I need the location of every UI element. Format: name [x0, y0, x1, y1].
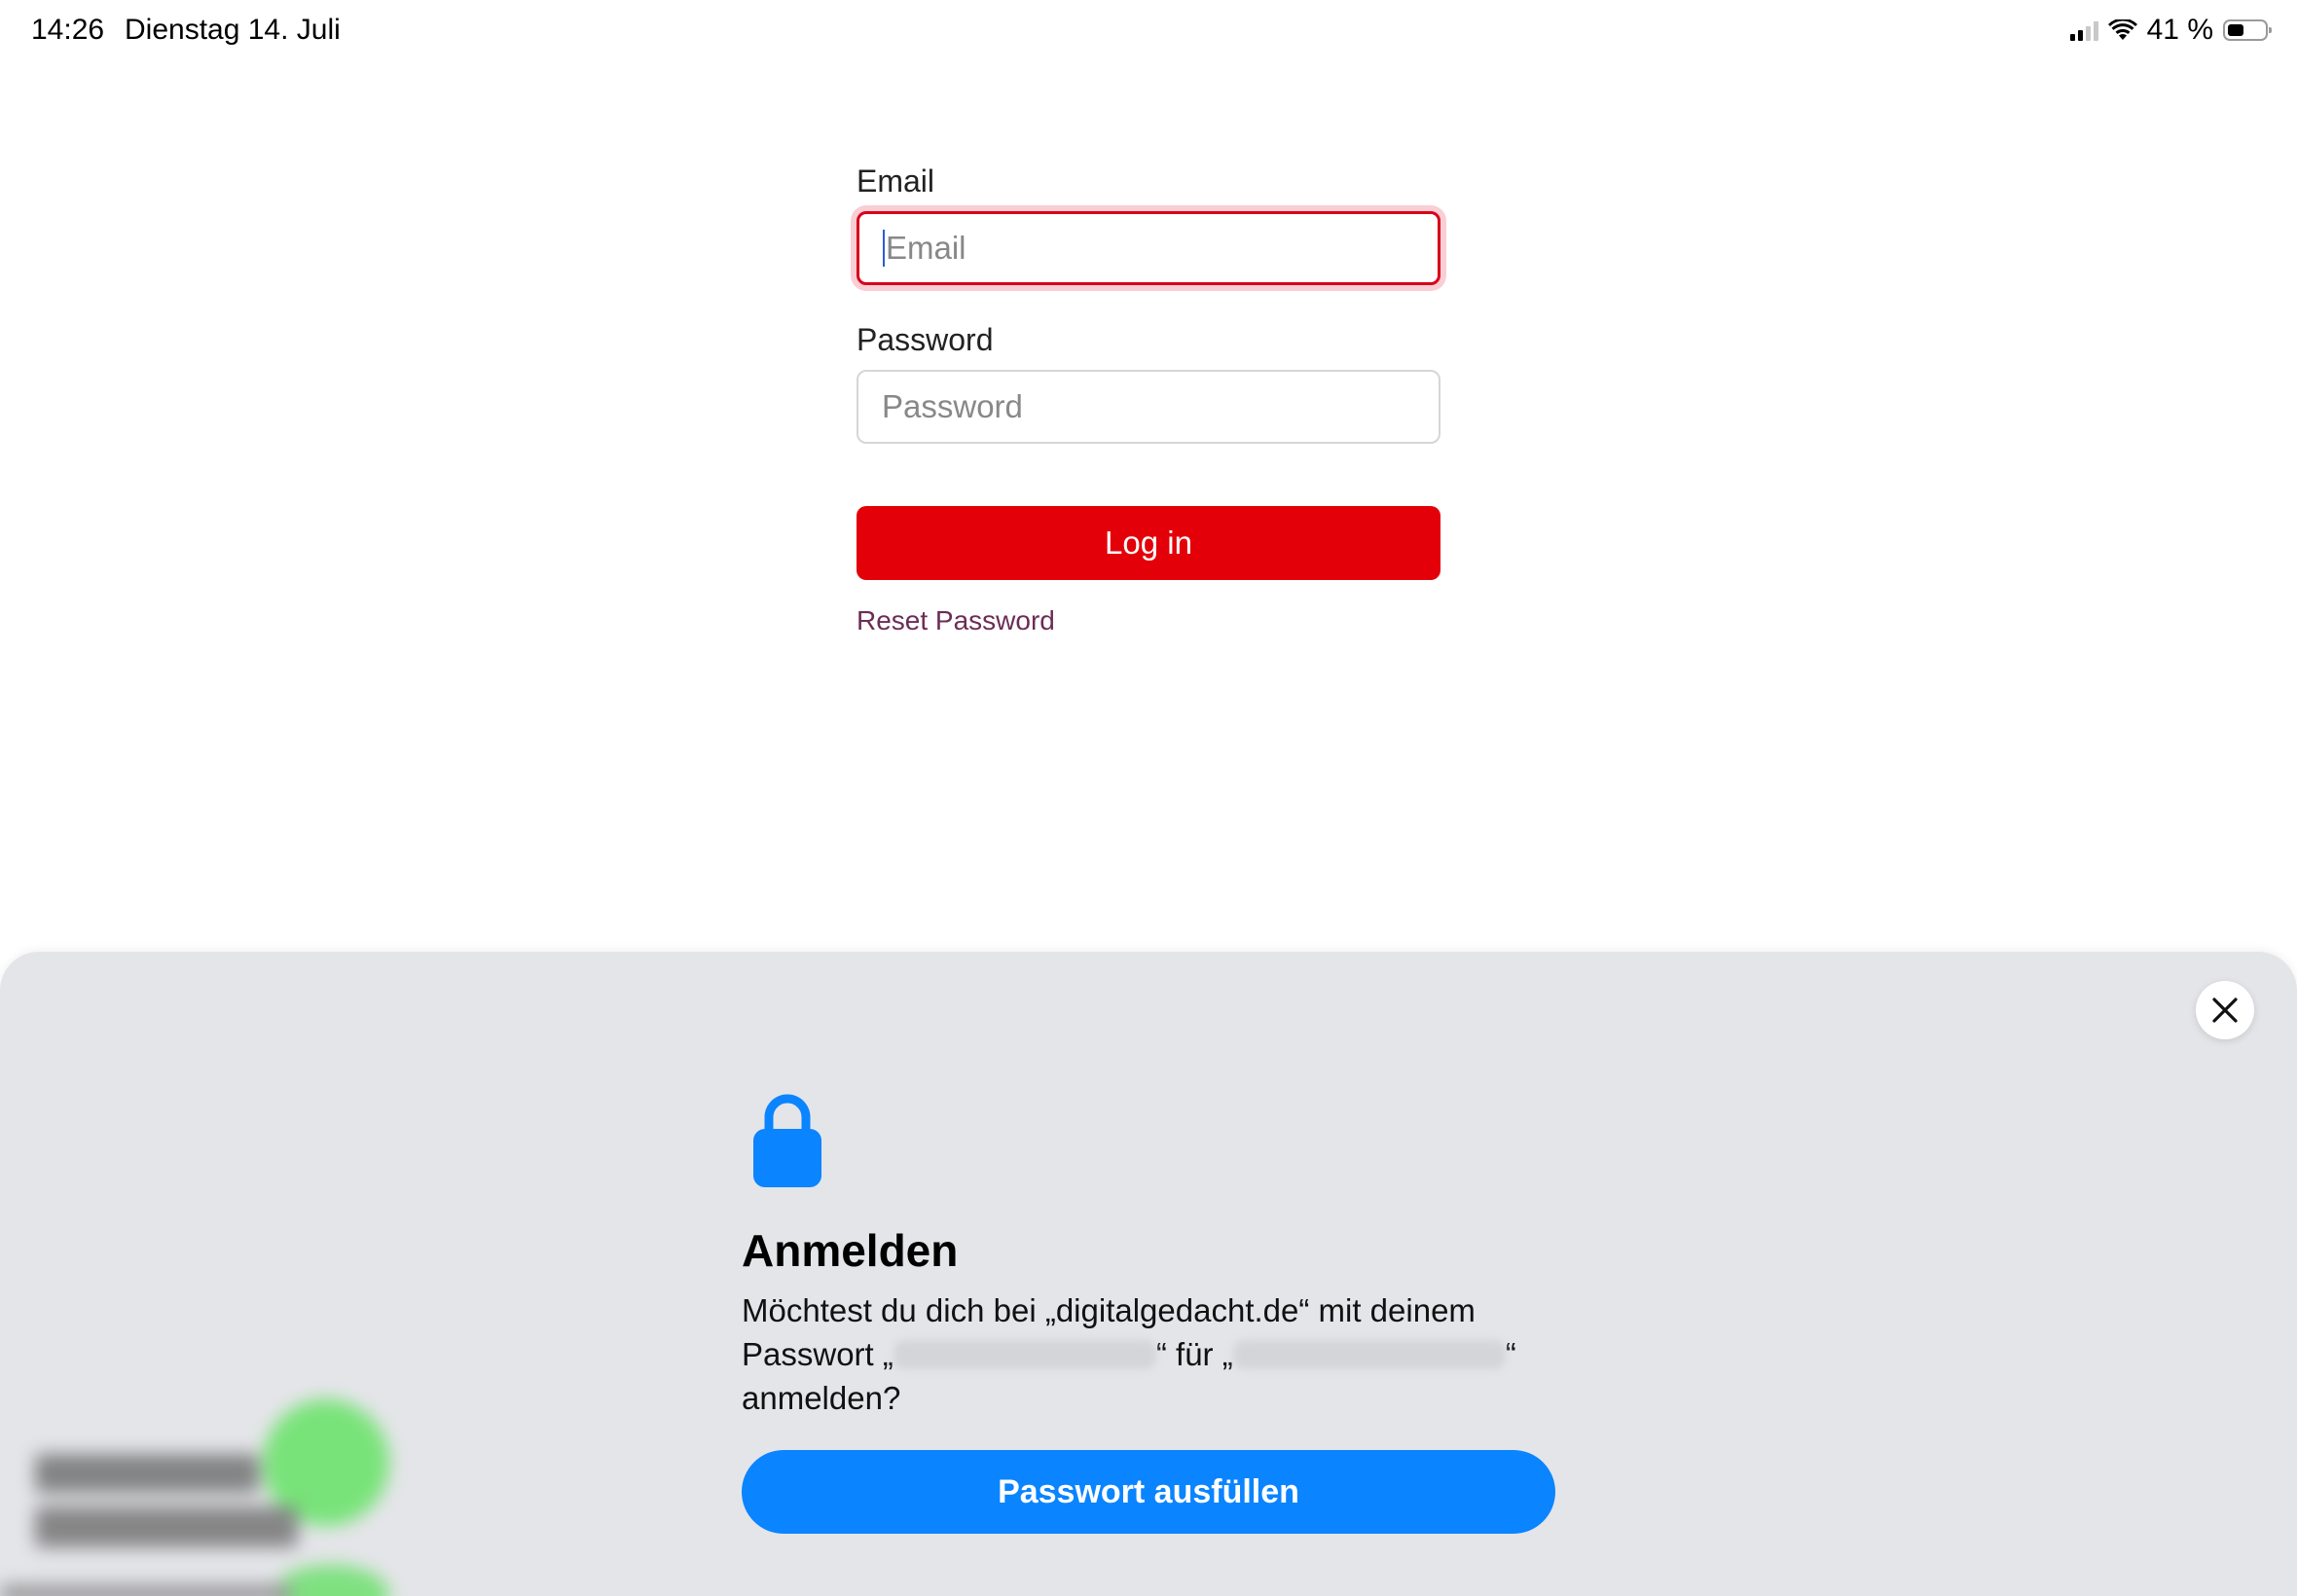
password-placeholder: Password — [882, 388, 1023, 424]
lock-icon — [753, 1094, 821, 1187]
close-button[interactable] — [2196, 981, 2254, 1039]
email-placeholder: Email — [886, 230, 966, 266]
close-icon — [2212, 998, 2238, 1023]
status-time: 14:26 — [31, 14, 105, 46]
password-field[interactable]: Password — [857, 370, 1440, 444]
reset-password-link[interactable]: Reset Password — [857, 605, 1055, 636]
message-text-2: “ für „ — [1155, 1336, 1233, 1372]
page: 14:26 Dienstag 14. Juli 41 % Email Email… — [0, 0, 2297, 1596]
email-label: Email — [857, 163, 935, 199]
blurred-logo — [0, 1360, 409, 1596]
password-label: Password — [857, 322, 994, 357]
login-form: Email Email Password Password Log in Res… — [857, 163, 1440, 636]
cellular-signal-icon — [2069, 19, 2098, 41]
login-button[interactable]: Log in — [857, 506, 1440, 580]
status-date: Dienstag 14. Juli — [125, 14, 341, 46]
redacted-username — [893, 1340, 1156, 1369]
battery-icon — [2223, 19, 2272, 41]
redacted-account — [1232, 1340, 1506, 1369]
status-indicators: 41 % — [2069, 14, 2272, 47]
text-caret — [883, 230, 885, 267]
email-field[interactable]: Email — [857, 211, 1440, 285]
battery-percentage: 41 % — [2146, 14, 2213, 46]
wifi-icon — [2107, 19, 2137, 41]
sheet-title: Anmelden — [742, 1225, 959, 1276]
fill-password-button[interactable]: Passwort ausfüllen — [742, 1450, 1555, 1534]
status-bar: 14:26 Dienstag 14. Juli 41 % — [0, 0, 2297, 62]
sheet-message: Möchtest du dich bei „digitalgedacht.de“… — [742, 1288, 1559, 1420]
